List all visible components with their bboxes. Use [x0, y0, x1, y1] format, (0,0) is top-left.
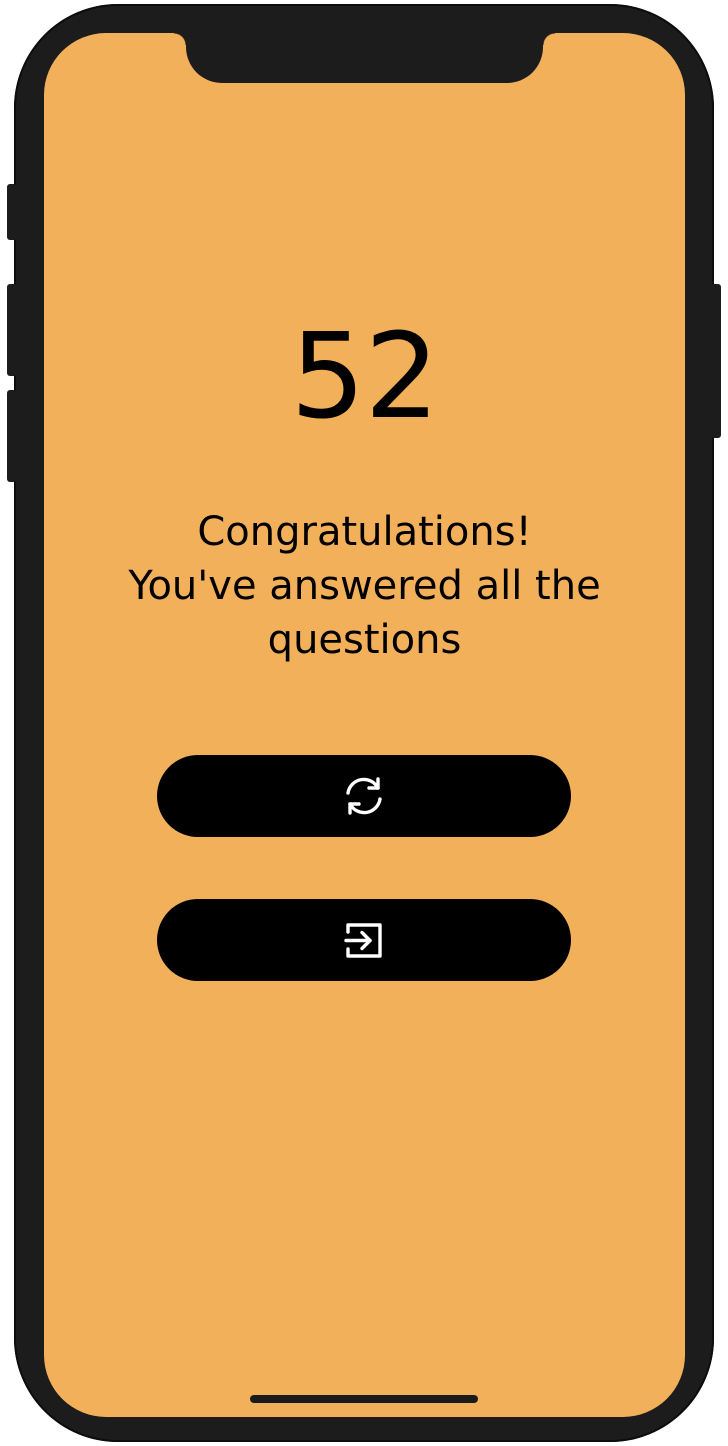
- score-value: 52: [290, 307, 439, 445]
- restart-button[interactable]: [157, 755, 571, 837]
- notch: [174, 33, 555, 83]
- message-line-1: Congratulations!: [197, 509, 532, 555]
- exit-button[interactable]: [157, 899, 571, 981]
- mute-switch: [7, 184, 17, 240]
- message-line-2: You've answered all the: [128, 563, 601, 609]
- completion-message: Congratulations! You've answered all the…: [114, 505, 615, 667]
- exit-icon: [342, 918, 386, 962]
- message-line-3: questions: [267, 617, 462, 663]
- home-indicator[interactable]: [250, 1395, 478, 1403]
- refresh-icon: [340, 772, 388, 820]
- app-screen: 52 Congratulations! You've answered all …: [44, 33, 685, 1417]
- volume-up-button: [7, 284, 17, 376]
- power-button: [711, 284, 721, 438]
- volume-down-button: [7, 390, 17, 482]
